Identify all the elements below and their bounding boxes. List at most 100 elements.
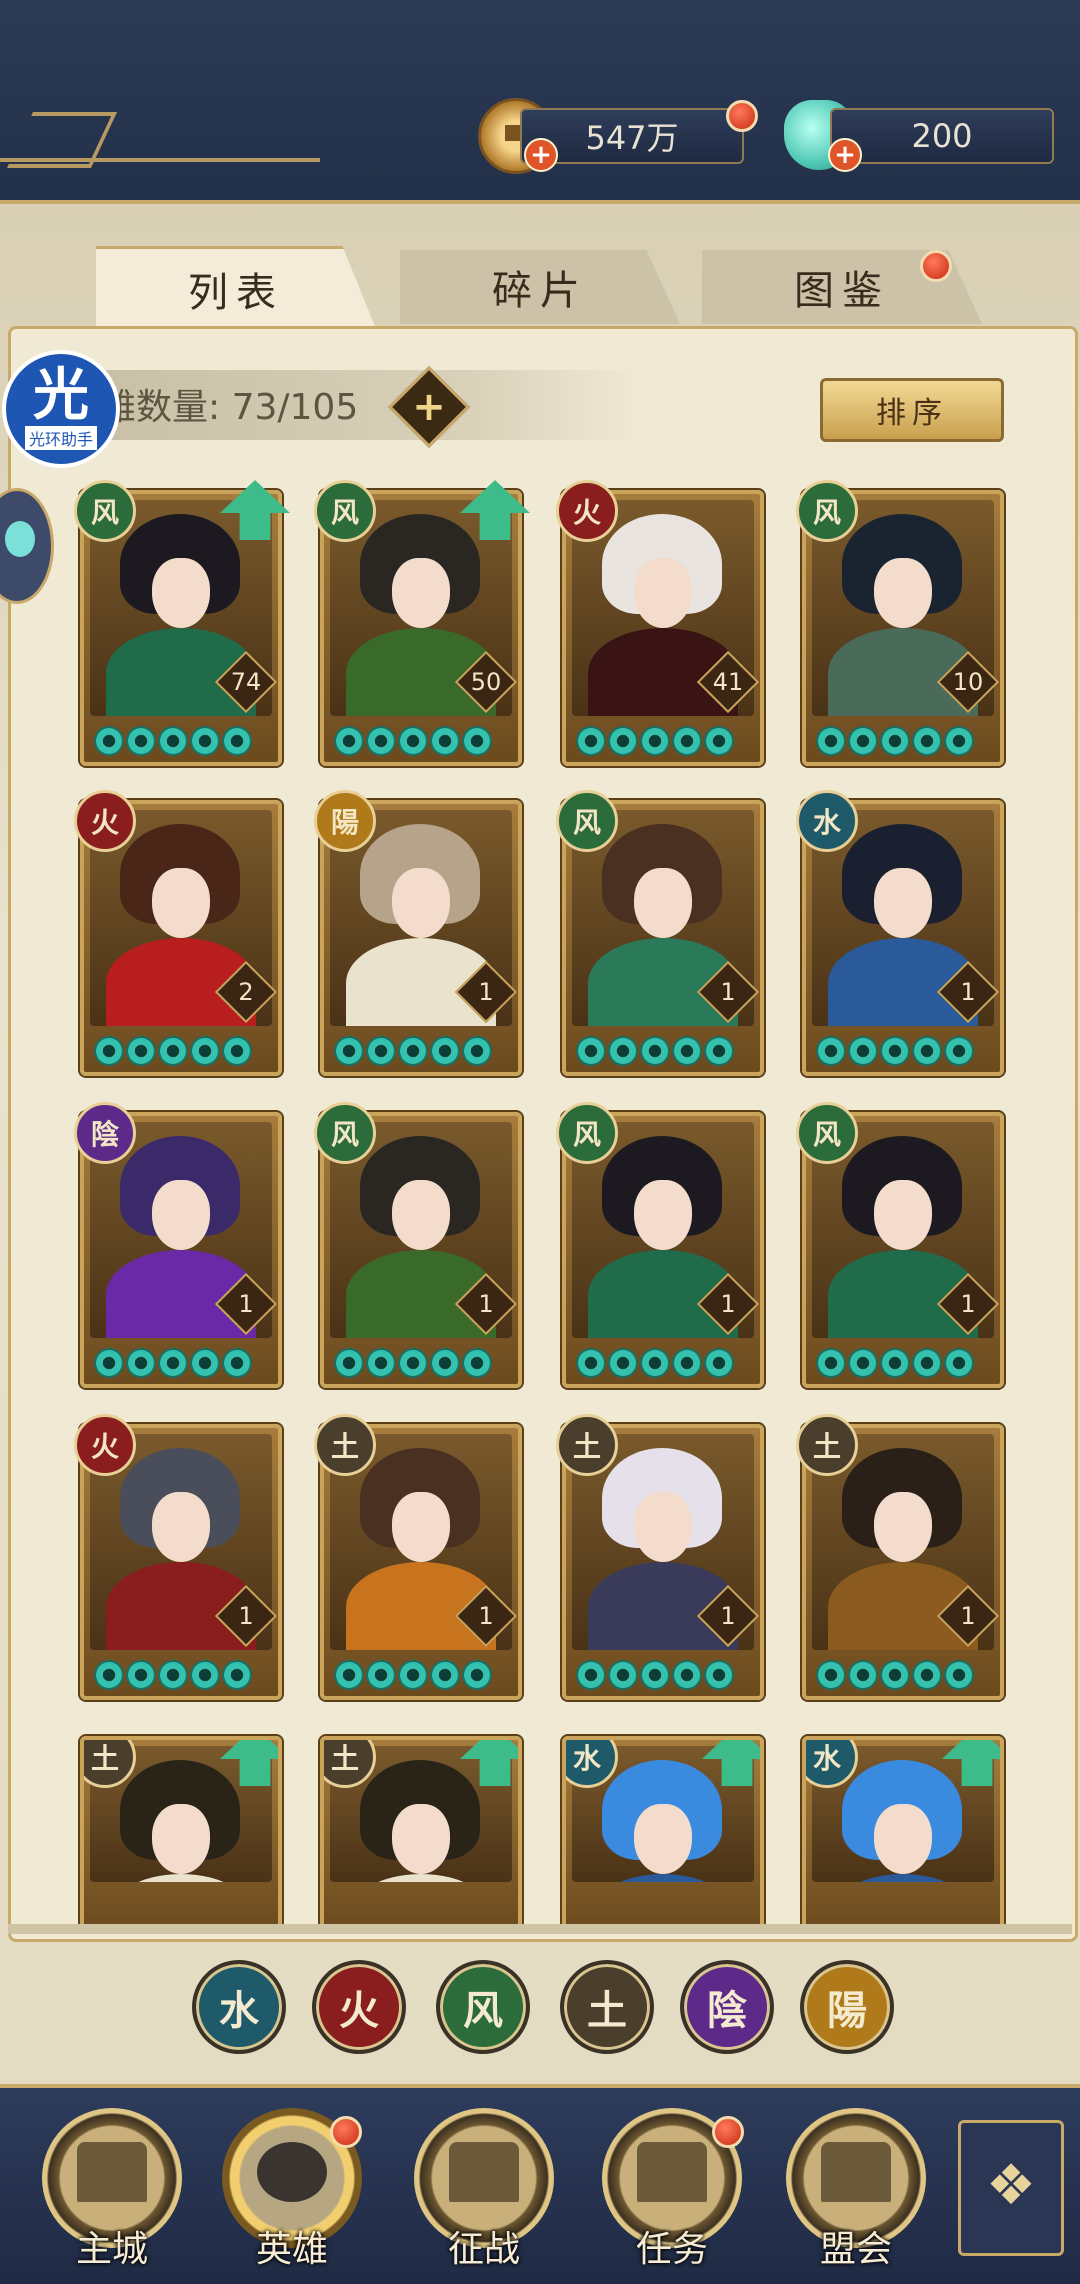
element-filter-button[interactable]: 火 <box>312 1960 406 2054</box>
jade-star-icon <box>334 1348 364 1378</box>
hero-stars <box>576 1348 734 1378</box>
jade-star-icon <box>912 1348 942 1378</box>
hero-card[interactable]: 火1 <box>74 1414 282 1700</box>
jade-star-icon <box>944 1660 974 1690</box>
hero-level: 1 <box>720 1602 736 1630</box>
element-filter-button[interactable]: 风 <box>436 1960 530 2054</box>
hero-stars <box>816 1348 974 1378</box>
jade-star-icon <box>398 1348 428 1378</box>
hero-card[interactable]: 水1 <box>796 790 1004 1076</box>
menu-button[interactable]: ❖ <box>958 2120 1064 2256</box>
jade-star-icon <box>158 726 188 756</box>
jade-star-icon <box>704 1036 734 1066</box>
gem-balance[interactable]: 200 <box>830 108 1054 164</box>
element-filter-button[interactable]: 陽 <box>800 1960 894 2054</box>
element-filter-button[interactable]: 水 <box>192 1960 286 2054</box>
hero-stars <box>816 1660 974 1690</box>
element-glyph: 风 <box>90 496 119 529</box>
jade-star-icon <box>640 726 670 756</box>
element-glyph: 风 <box>330 1118 359 1151</box>
element-badge-icon: 土 <box>314 1414 376 1476</box>
hero-card[interactable]: 水 <box>562 1736 764 1928</box>
hero-card[interactable]: 陽1 <box>314 790 522 1076</box>
jade-star-icon <box>608 1036 638 1066</box>
hero-card[interactable]: 陰1 <box>74 1102 282 1388</box>
tab-fragments-label: 碎片 <box>492 268 588 314</box>
jade-star-icon <box>190 726 220 756</box>
jade-star-icon <box>848 726 878 756</box>
element-badge-icon: 风 <box>74 480 136 542</box>
element-glyph: 陽 <box>330 806 359 839</box>
hero-card[interactable]: 土 <box>320 1736 522 1928</box>
element-glyph: 土 <box>330 1742 359 1775</box>
element-glyph: 风 <box>812 1118 841 1151</box>
jade-star-icon <box>672 1660 702 1690</box>
element-badge-icon: 陰 <box>74 1102 136 1164</box>
element-badge-icon: 陽 <box>314 790 376 852</box>
hero-card[interactable]: 水 <box>802 1736 1004 1928</box>
city-gate-icon <box>77 2142 147 2202</box>
jade-star-icon <box>704 1660 734 1690</box>
element-filter-button[interactable]: 陰 <box>680 1960 774 2054</box>
jade-star-icon <box>462 1036 492 1066</box>
hero-card[interactable]: 土1 <box>796 1414 1004 1700</box>
jade-star-icon <box>398 1036 428 1066</box>
hero-level: 10 <box>952 668 984 696</box>
jade-star-icon <box>640 1348 670 1378</box>
jade-star-icon <box>848 1660 878 1690</box>
grid-bottom-edge <box>8 1924 1072 1934</box>
jade-star-icon <box>398 726 428 756</box>
jade-star-icon <box>222 1660 252 1690</box>
jade-star-icon <box>912 726 942 756</box>
jade-star-icon <box>880 726 910 756</box>
hero-level: 1 <box>960 1602 976 1630</box>
hero-card[interactable]: 风 50 <box>314 480 530 766</box>
nav-label: 英雄 <box>255 2229 328 2270</box>
hero-card[interactable]: 风 74 <box>74 480 290 766</box>
hero-level: 1 <box>720 978 736 1006</box>
tab-list[interactable]: 列表 <box>96 246 376 329</box>
jade-star-icon <box>944 1348 974 1378</box>
hero-stars <box>94 1036 252 1066</box>
jade-star-icon <box>640 1660 670 1690</box>
hero-card[interactable]: 风1 <box>314 1102 522 1388</box>
sort-button[interactable]: 排序 <box>820 378 1004 442</box>
hero-level: 2 <box>238 978 254 1006</box>
element-badge-icon: 风 <box>314 1102 376 1164</box>
jade-star-icon <box>126 726 156 756</box>
hero-face <box>392 558 450 628</box>
element-badge-icon: 风 <box>314 480 376 542</box>
add-coins-button[interactable]: + <box>524 138 558 172</box>
hero-stars <box>334 1660 492 1690</box>
element-badge-icon: 风 <box>556 1102 618 1164</box>
jade-star-icon <box>94 1660 124 1690</box>
hero-card[interactable]: 火 41 <box>556 480 764 766</box>
hero-face <box>152 1492 210 1562</box>
jade-star-icon <box>462 726 492 756</box>
hero-card[interactable]: 风 10 <box>796 480 1004 766</box>
add-gems-button[interactable]: + <box>828 138 862 172</box>
hero-card[interactable]: 土1 <box>314 1414 522 1700</box>
element-badge-icon: 风 <box>796 480 858 542</box>
tab-fragments[interactable]: 碎片 <box>400 250 680 324</box>
jade-star-icon <box>222 726 252 756</box>
hero-card[interactable]: 风1 <box>556 790 764 1076</box>
hero-card[interactable]: 土1 <box>556 1414 764 1700</box>
decorative-line <box>0 158 320 162</box>
hero-card[interactable]: 风1 <box>796 1102 1004 1388</box>
hero-card[interactable]: 土 <box>80 1736 282 1928</box>
top-resource-bar <box>0 0 1080 204</box>
task-notification-dot <box>712 2116 744 2148</box>
hero-card[interactable]: 火2 <box>74 790 282 1076</box>
hero-outfit <box>828 1874 978 1882</box>
jade-star-icon <box>608 726 638 756</box>
element-glyph: 风 <box>330 496 359 529</box>
hero-level: 41 <box>712 668 744 696</box>
element-glyph: 水 <box>812 806 841 839</box>
element-filter-button[interactable]: 土 <box>560 1960 654 2054</box>
hero-card[interactable]: 风1 <box>556 1102 764 1388</box>
jade-star-icon <box>366 726 396 756</box>
nav-label: 任务 <box>635 2229 708 2270</box>
element-glyph: 陰 <box>90 1118 119 1151</box>
jade-star-icon <box>880 1660 910 1690</box>
